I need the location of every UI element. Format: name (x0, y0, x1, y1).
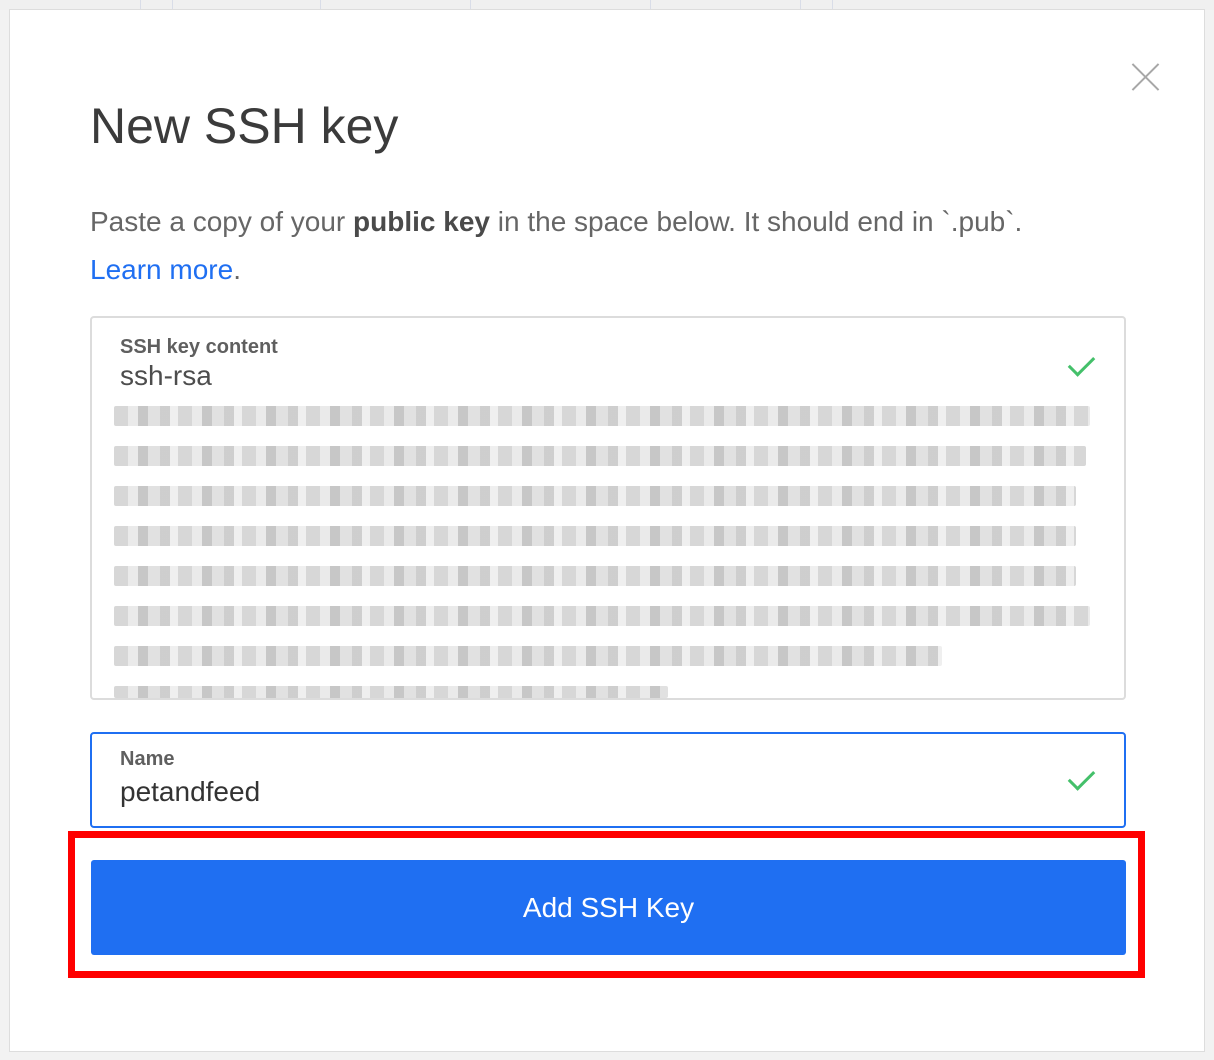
description-emphasis: public key (353, 206, 490, 237)
ssh-key-content-field[interactable]: SSH key content ssh-rsa (90, 316, 1126, 700)
learn-more-link[interactable]: Learn more (90, 254, 233, 285)
ssh-key-content-label: SSH key content (120, 336, 278, 358)
add-ssh-key-button[interactable]: Add SSH Key (91, 860, 1126, 955)
redacted-key-text (114, 406, 1094, 718)
close-icon[interactable] (1130, 62, 1160, 92)
modal-title: New SSH key (90, 98, 399, 154)
check-icon (1067, 763, 1096, 791)
description-text: Paste a copy of your (90, 206, 354, 237)
name-value: petandfeed (120, 776, 261, 807)
name-field[interactable]: Name petandfeed (90, 732, 1126, 828)
description-period: . (233, 254, 241, 285)
description-text-2: in the space below. It should end in `.p… (489, 206, 1023, 237)
modal-description: Paste a copy of your public key in the s… (90, 198, 1140, 294)
ssh-key-content-value: ssh-rsa (120, 360, 212, 391)
check-icon (1067, 349, 1096, 377)
name-label: Name (120, 748, 175, 770)
